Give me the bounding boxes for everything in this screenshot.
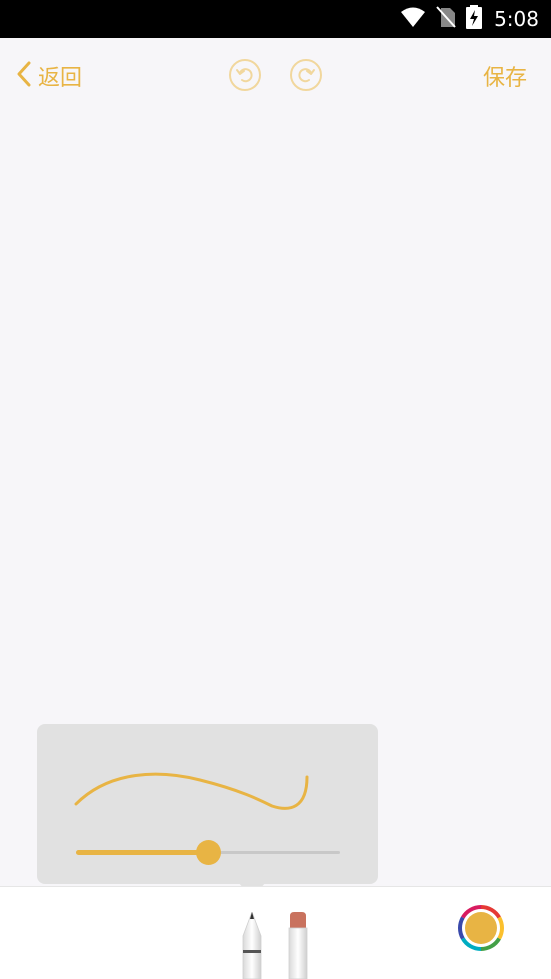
color-picker-button[interactable]: [457, 904, 505, 952]
current-color-swatch: [465, 912, 497, 944]
battery-charging-icon: [466, 5, 483, 33]
nav-bar: 返回 保存: [0, 38, 551, 112]
pencil-icon: [242, 910, 262, 979]
chevron-left-icon: [16, 61, 32, 91]
undo-icon: [228, 59, 262, 96]
undo-button[interactable]: [228, 58, 262, 92]
eraser-tool[interactable]: [288, 912, 308, 979]
status-icons: 5:08: [400, 0, 539, 38]
redo-icon: [289, 59, 323, 96]
stroke-width-slider-fill: [76, 850, 208, 855]
back-label: 返回: [38, 66, 83, 91]
no-sim-icon: [436, 6, 456, 32]
color-wheel-icon: [457, 905, 505, 956]
eraser-icon: [288, 912, 308, 979]
redo-button[interactable]: [289, 58, 323, 92]
back-button[interactable]: 返回: [16, 58, 82, 94]
stroke-width-slider-thumb[interactable]: [195, 840, 221, 865]
status-bar: 5:08: [0, 0, 551, 38]
wifi-icon: [400, 6, 426, 32]
save-button[interactable]: 保存: [483, 60, 527, 92]
status-time: 5:08: [494, 7, 539, 31]
pencil-tool[interactable]: [242, 910, 262, 979]
